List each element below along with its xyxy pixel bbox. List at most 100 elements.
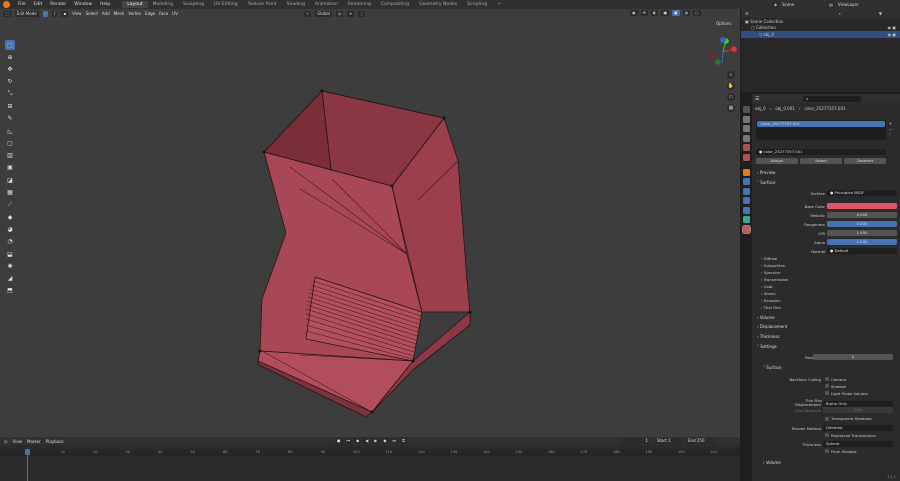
render-method-select[interactable]: Dithered [823,425,893,431]
play-reverse-icon[interactable]: ◀ [363,438,371,444]
view-layer-icon[interactable]: ▤ [827,1,835,8]
camera-checkbox[interactable] [825,377,829,381]
zoom-icon[interactable]: ⌕ [727,71,735,79]
tool-tab-icon[interactable] [743,106,750,113]
section-surface[interactable]: ˅ Surface [753,180,895,187]
outliner-type-icon[interactable]: ☰ [745,11,749,16]
scene-icon[interactable]: ◈ [772,1,780,8]
modifier-tab-icon[interactable] [743,178,750,185]
timeline-editor-icon[interactable]: ◷ [4,439,8,444]
material-tab-icon[interactable] [742,224,751,234]
thickness-select[interactable]: Sphere [823,441,893,447]
subpanel-diffuse[interactable]: › Diffuse [761,256,777,261]
roughness-field[interactable]: 0.500 [827,221,897,227]
section-preview[interactable]: › Preview [753,170,895,177]
subpanel-coat[interactable]: › Coat [761,284,773,289]
normal-field[interactable]: ● Default [827,248,897,254]
scene-tab-icon[interactable] [743,144,750,151]
alpha-field[interactable]: 1.000 [827,239,897,245]
end-frame-field[interactable]: End 250 [686,438,714,444]
menu-render[interactable]: Render [46,2,70,7]
menu-edit[interactable]: Edit [30,2,47,7]
tab-scripting[interactable]: Scripting [462,1,492,8]
subpanel-subsurface[interactable]: › Subsurface [761,263,785,268]
blender-logo-icon[interactable] [3,1,10,8]
tab-sculpting[interactable]: Sculpting [178,1,209,8]
tab-geometry-nodes[interactable]: Geometry Nodes [414,1,462,8]
record-icon[interactable]: ● [335,438,343,444]
next-key-icon[interactable]: ◆ [381,438,389,444]
material-slot-list[interactable]: color_25277357.001 [756,120,886,140]
tab-rendering[interactable]: Rendering [343,1,376,8]
base-color-field[interactable] [827,203,897,209]
material-name-field[interactable]: ● color_25277357.001 [756,149,886,155]
perspective-icon[interactable]: ▦ [727,104,735,112]
section-settings-volume[interactable]: › Volume [759,460,900,467]
ior-field[interactable]: 1.450 [827,230,897,236]
world-tab-icon[interactable] [743,153,750,161]
play-icon[interactable]: ▶ [372,438,380,444]
subpanel-transmission[interactable]: › Transmission [761,277,788,282]
physics-tab-icon[interactable] [743,197,750,204]
start-frame-field[interactable]: Start 1 [655,438,683,444]
data-tab-icon[interactable] [743,216,750,223]
jump-end-icon[interactable]: ⏭ [390,438,399,444]
shadow-checkbox[interactable] [825,384,829,388]
section-thickness[interactable]: › Thickness [753,334,895,341]
current-frame-field[interactable]: 1 [622,438,650,444]
jump-start-icon[interactable]: ⏮ [344,438,353,444]
section-volume[interactable]: › Volume [753,315,895,322]
transparent-shadows-checkbox[interactable] [825,417,829,421]
view-layer-tab-icon[interactable] [743,134,750,142]
tab-layout[interactable]: Layout [122,1,148,8]
pass-index-field[interactable]: 0 [813,354,893,360]
constraints-tab-icon[interactable] [743,206,750,214]
properties-search-field[interactable]: ⌕ [803,95,861,102]
deselect-button[interactable]: Deselect [844,158,886,164]
from-shadow-checkbox[interactable] [825,449,829,453]
prev-key-icon[interactable]: ◆ [354,438,362,444]
raytraced-transmission-checkbox[interactable] [825,433,829,437]
tab-animation[interactable]: Animation [310,1,343,8]
timeline[interactable]: ◷ View Marker Playback ● ⏮ ◆ ◀ ▶ ◆ ⏭ ⚿ 1… [0,437,750,481]
menu-help[interactable]: Help [96,2,114,7]
subpanel-emission[interactable]: › Emission [761,298,781,303]
tab-shading[interactable]: Shading [282,1,310,8]
outliner-filter-icon[interactable]: ▼ [879,11,882,16]
tab-texture-paint[interactable]: Texture Paint [243,1,282,8]
visibility-eye-icon[interactable]: ◉ ▣ [887,25,896,30]
slot-menu-icon[interactable]: ˅ [889,133,892,139]
assign-button[interactable]: Assign [756,158,798,164]
frame-ruler[interactable]: 1102030405060708090100110120130140150160… [0,449,750,456]
menu-file[interactable]: File [14,2,30,7]
3d-viewport[interactable]: ⬚ Edit Mode · / ▪ View Select Add Mesh V… [0,9,740,437]
object-tab-icon[interactable] [743,168,750,176]
subpanel-specular[interactable]: › Specular [761,270,780,275]
outliner-search-icon[interactable]: ⌕ [839,11,841,16]
mesh-object[interactable] [0,9,740,437]
timeline-menu-view[interactable]: View [13,439,23,444]
navigation-gizmo[interactable] [708,37,738,67]
light-probe-checkbox[interactable] [825,391,829,395]
section-settings-surface[interactable]: ˅ Surface [759,365,900,372]
tab-uv-editing[interactable]: UV Editing [209,1,242,8]
pan-icon[interactable]: ✋ [727,82,735,90]
view-layer-name[interactable]: ViewLayer [838,2,859,7]
subpanel-thin-film[interactable]: › Thin Film [761,305,781,310]
section-settings[interactable]: ˅ Settings [753,344,895,351]
keying-icon[interactable]: ⚿ [400,438,408,444]
properties-editor[interactable]: ☰ ⌕ obj_0 › obj_0.001 › color_25277357.001… [741,94,900,481]
tab-compositing[interactable]: Compositing [376,1,414,8]
output-tab-icon[interactable] [743,125,750,132]
visibility-eye-icon[interactable]: ◉ ▣ [887,32,896,37]
render-tab-icon[interactable] [743,115,750,123]
scene-name[interactable]: Scene [782,2,824,7]
menu-window[interactable]: Window [70,2,96,7]
particles-tab-icon[interactable] [743,187,750,195]
properties-type-icon[interactable]: ☰ [755,96,759,102]
max-distance-field[interactable]: 0 m [823,407,893,413]
tab-modeling[interactable]: Modeling [148,1,178,8]
select-button[interactable]: Select [800,158,842,164]
timeline-menu-marker[interactable]: Marker [27,439,41,444]
subpanel-sheen[interactable]: › Sheen [761,291,776,296]
